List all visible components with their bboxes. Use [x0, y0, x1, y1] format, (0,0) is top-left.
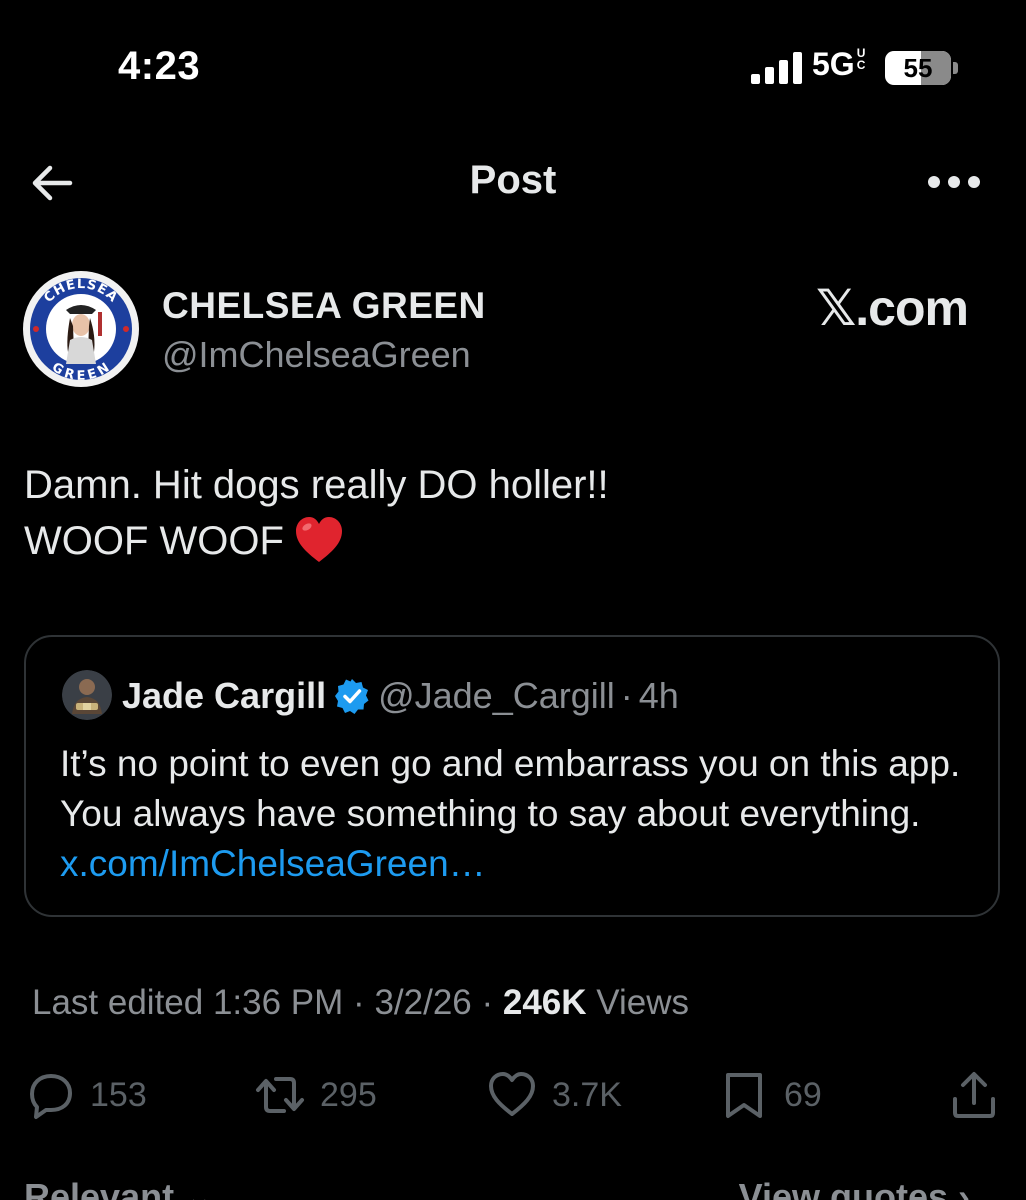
status-time: 4:23	[118, 44, 201, 88]
meta-separator-1: ·	[353, 983, 365, 1022]
bookmark-icon	[726, 1073, 762, 1118]
verified-badge-icon	[335, 679, 369, 714]
author-avatar[interactable]: CHELSEA GREEN	[22, 270, 140, 388]
view-quotes-link[interactable]: View quotes ›	[739, 1176, 970, 1200]
quote-header: Jade Cargill @Jade_Cargill · 4h	[122, 675, 679, 717]
post-text: Damn. Hit dogs really DO holler!! WOOF W…	[24, 457, 984, 569]
quote-author-avatar[interactable]	[62, 670, 112, 720]
battery-level: 55	[903, 53, 933, 83]
battery-tip	[953, 62, 958, 74]
sort-replies-dropdown[interactable]: Relevant ⌄	[24, 1176, 214, 1200]
repost-button[interactable]: 295	[254, 1062, 377, 1128]
author-name[interactable]: CHELSEA GREEN	[162, 285, 486, 327]
quote-author-name[interactable]: Jade Cargill	[122, 675, 326, 716]
bookmark-button[interactable]: 69	[718, 1062, 822, 1128]
meta-separator-2: ·	[481, 983, 494, 1022]
post-detail-screen: 4:23 5G UC 55 Post CHELSEA GREEN CHELSEA…	[0, 0, 1026, 1200]
signal-bars-icon	[751, 52, 802, 84]
quoted-post-card[interactable]: Jade Cargill @Jade_Cargill · 4h It’s no po…	[24, 635, 1000, 917]
battery-icon: 55	[885, 51, 951, 85]
page-title: Post	[469, 158, 557, 202]
quote-separator: ·	[620, 675, 633, 716]
post-text-line-2: WOOF WOOF	[24, 519, 284, 563]
views-count: 246K	[502, 983, 587, 1022]
more-horizontal-icon	[928, 176, 980, 188]
quote-link[interactable]: x.com/ImChelseaGreen…	[60, 843, 486, 884]
reply-count: 153	[90, 1075, 147, 1114]
post-text-line-2-wrapper: WOOF WOOF	[24, 513, 984, 569]
repost-icon	[256, 1077, 304, 1113]
like-count: 3.7K	[552, 1075, 622, 1114]
quote-timestamp: 4h	[638, 675, 679, 716]
network-badge: UC	[856, 46, 866, 72]
post-text-line-1: Damn. Hit dogs really DO holler!!	[24, 463, 609, 507]
post-date: 3/2/26	[374, 983, 472, 1022]
x-com-watermark: 𝕏.com	[816, 280, 969, 336]
action-bar: 153 295 3.7K 69	[0, 1062, 1026, 1128]
last-edited[interactable]: Last edited 1:36 PM	[32, 983, 343, 1022]
like-icon	[489, 1072, 535, 1116]
repost-count: 295	[320, 1075, 377, 1114]
share-button[interactable]	[948, 1062, 1000, 1128]
like-button[interactable]: 3.7K	[486, 1062, 622, 1128]
avatar-badge-image: CHELSEA GREEN	[23, 271, 139, 387]
views-label: Views	[596, 983, 690, 1022]
more-options-button[interactable]	[922, 160, 986, 204]
reply-button[interactable]: 153	[24, 1062, 147, 1128]
network-indicator: 5G UC	[812, 46, 869, 83]
reply-icon	[30, 1074, 72, 1119]
quote-text: It’s no point to even go and embarrass y…	[60, 739, 980, 889]
network-label: 5G	[812, 46, 855, 82]
post-meta: Last edited 1:36 PM · 3/2/26 · 246K View…	[32, 983, 689, 1023]
quote-body: It’s no point to even go and embarrass y…	[60, 743, 961, 834]
author-handle[interactable]: @ImChelseaGreen	[162, 334, 471, 376]
quote-avatar-image	[62, 670, 112, 720]
quote-author-handle[interactable]: @Jade_Cargill	[378, 675, 615, 716]
status-bar: 4:23 5G UC 55	[0, 0, 1026, 140]
red-heart-icon	[295, 517, 342, 562]
share-icon	[953, 1072, 995, 1118]
bookmark-count: 69	[784, 1075, 822, 1114]
